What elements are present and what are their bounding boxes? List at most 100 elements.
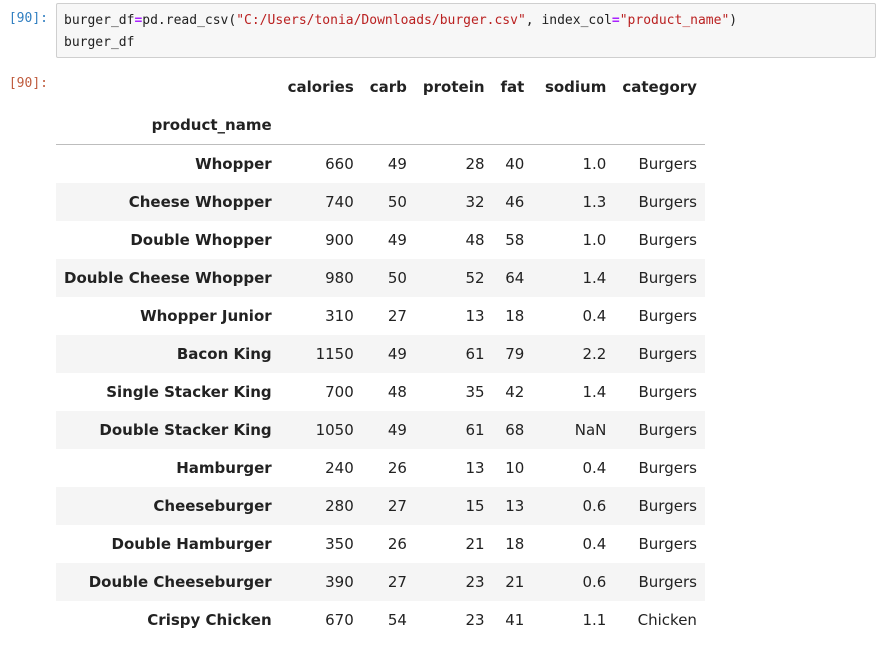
cell-carb: 26 xyxy=(387,535,407,553)
cell-fat: 21 xyxy=(505,573,525,591)
table-row: Cheese Whopper 740 50 32 46 1.3 Burgers xyxy=(56,183,705,221)
cell-category: Burgers xyxy=(638,421,697,439)
index-row-blank xyxy=(492,106,533,145)
cell-protein: 23 xyxy=(465,611,485,629)
cell-sodium: 1.0 xyxy=(582,155,607,173)
table-row: Crispy Chicken 670 54 23 41 1.1 Chicken xyxy=(56,601,705,639)
cell-category: Burgers xyxy=(638,269,697,287)
cell-calories: 280 xyxy=(325,497,354,515)
cell-sodium: 0.6 xyxy=(582,573,607,591)
cell-calories: 390 xyxy=(325,573,354,591)
cell-category: Burgers xyxy=(638,155,697,173)
index-name-row: product_name xyxy=(56,106,705,145)
cell-category: Burgers xyxy=(638,459,697,477)
cell-protein: 61 xyxy=(465,345,485,363)
cell-category: Burgers xyxy=(638,231,697,249)
cell-protein: 15 xyxy=(465,497,485,515)
cell-protein: 13 xyxy=(465,307,485,325)
row-index-label: Double Cheese Whopper xyxy=(64,269,272,287)
row-index-label: Crispy Chicken xyxy=(147,611,272,629)
column-header-protein: protein xyxy=(422,78,485,96)
table-row: Whopper Junior 310 27 13 18 0.4 Burgers xyxy=(56,297,705,335)
cell-protein: 21 xyxy=(465,535,485,553)
cell-protein: 28 xyxy=(465,155,485,173)
cell-calories: 670 xyxy=(325,611,354,629)
cell-sodium: 1.3 xyxy=(582,193,607,211)
output-prompt: [90]: xyxy=(8,76,48,91)
cell-carb: 26 xyxy=(387,459,407,477)
index-row-blank xyxy=(614,106,705,145)
code-line-2: burger_df xyxy=(64,35,135,50)
row-index-label: Double Cheeseburger xyxy=(88,573,272,591)
cell-carb: 48 xyxy=(387,383,407,401)
cell-calories: 700 xyxy=(325,383,354,401)
cell-fat: 79 xyxy=(505,345,525,363)
cell-sodium: 0.6 xyxy=(582,497,607,515)
cell-fat: 10 xyxy=(505,459,525,477)
cell-carb: 54 xyxy=(387,611,407,629)
cell-calories: 980 xyxy=(325,269,354,287)
code-close-paren: ) xyxy=(729,13,738,28)
code-function-call: pd.read_csv( xyxy=(142,13,237,28)
row-index-label: Single Stacker King xyxy=(106,383,272,401)
index-row-blank xyxy=(361,106,415,145)
cell-sodium: 0.4 xyxy=(582,535,607,553)
code-variable: burger_df xyxy=(64,13,135,28)
cell-calories: 1050 xyxy=(315,421,354,439)
cell-carb: 49 xyxy=(387,345,407,363)
header-blank xyxy=(56,68,280,106)
code-line-1: burger_df = pd.read_csv("C:/Users/tonia/Do… xyxy=(64,10,868,32)
cell-fat: 68 xyxy=(505,421,525,439)
row-index-label: Bacon King xyxy=(176,345,272,363)
cell-fat: 18 xyxy=(505,307,525,325)
cell-sodium: 0.4 xyxy=(582,459,607,477)
table-header: calories carb protein fat sodium categor… xyxy=(56,68,705,145)
cell-calories: 660 xyxy=(325,155,354,173)
dataframe-table: calories carb protein fat sodium categor… xyxy=(56,68,705,639)
column-header-carb: carb xyxy=(369,78,407,96)
cell-sodium: NaN xyxy=(574,421,607,439)
index-row-blank xyxy=(279,106,362,145)
cell-protein: 35 xyxy=(465,383,485,401)
column-header-row: calories carb protein fat sodium categor… xyxy=(56,68,705,106)
cell-protein: 61 xyxy=(465,421,485,439)
input-prompt: [90]: xyxy=(8,11,48,26)
cell-carb: 27 xyxy=(387,307,407,325)
cell-calories: 240 xyxy=(325,459,354,477)
table-row: Cheeseburger 280 27 15 13 0.6 Burgers xyxy=(56,487,705,525)
cell-fat: 13 xyxy=(505,497,525,515)
cell-category: Burgers xyxy=(638,573,697,591)
cell-carb: 50 xyxy=(387,193,407,211)
cell-carb: 27 xyxy=(387,497,407,515)
table-row: Double Cheese Whopper 980 50 52 64 1.4 Burgers xyxy=(56,259,705,297)
column-header-category: category xyxy=(622,78,697,96)
cell-fat: 46 xyxy=(505,193,525,211)
cell-category: Chicken xyxy=(637,611,697,629)
row-index-label: Hamburger xyxy=(176,459,272,477)
cell-category: Burgers xyxy=(638,345,697,363)
cell-protein: 52 xyxy=(465,269,485,287)
index-name-header: product_name xyxy=(56,106,280,145)
row-index-label: Double Hamburger xyxy=(111,535,272,553)
index-row-blank xyxy=(414,106,493,145)
cell-protein: 23 xyxy=(465,573,485,591)
cell-carb: 50 xyxy=(387,269,407,287)
cell-calories: 1150 xyxy=(315,345,354,363)
table-row: Single Stacker King 700 48 35 42 1.4 Burgers xyxy=(56,373,705,411)
cell-calories: 310 xyxy=(325,307,354,325)
cell-protein: 48 xyxy=(465,231,485,249)
code-kwarg-name: , index_col xyxy=(525,13,612,28)
table-body: Whopper 660 49 28 40 1.0 Burgers Cheese Whopper… xyxy=(56,144,705,639)
cell-category: Burgers xyxy=(638,307,697,325)
table-row: Double Whopper 900 49 48 58 1.0 Burgers xyxy=(56,221,705,259)
cell-fat: 58 xyxy=(505,231,525,249)
cell-fat: 40 xyxy=(505,155,525,173)
index-row-blank xyxy=(532,106,615,145)
cell-carb: 49 xyxy=(387,155,407,173)
column-header-calories: calories xyxy=(287,78,354,96)
code-input-cell[interactable]: burger_df = pd.read_csv("C:/Users/tonia/Do… xyxy=(56,3,876,58)
cell-calories: 740 xyxy=(325,193,354,211)
cell-carb: 49 xyxy=(387,421,407,439)
table-row: Double Stacker King 1050 49 61 68 NaN Burgers xyxy=(56,411,705,449)
cell-sodium: 1.1 xyxy=(582,611,607,629)
